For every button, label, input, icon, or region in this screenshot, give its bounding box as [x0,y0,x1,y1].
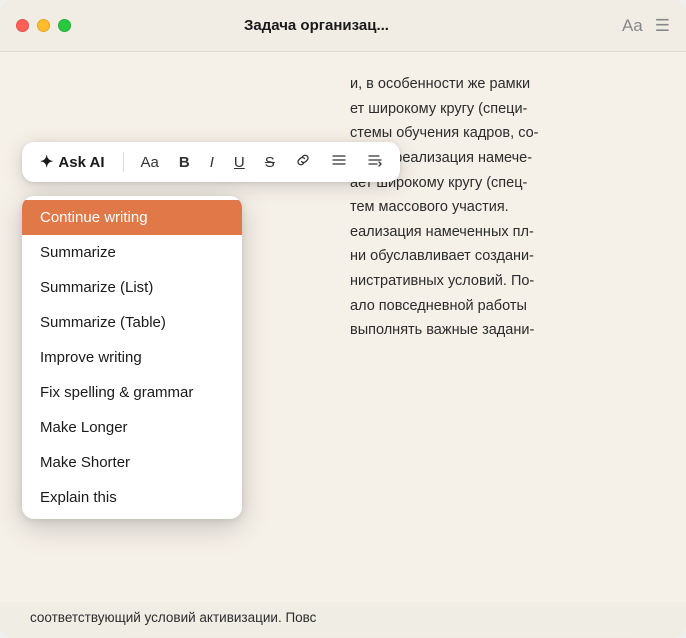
menu-item-summarize-list[interactable]: Summarize (List) [22,270,242,305]
menu-item-improve-writing[interactable]: Improve writing [22,340,242,375]
link-button[interactable] [292,150,314,174]
align-button[interactable] [328,150,350,174]
menu-item-summarize[interactable]: Summarize [22,235,242,270]
list-icon[interactable]: ☰ [655,16,670,36]
menu-item-fix-spelling[interactable]: Fix spelling & grammar [22,375,242,410]
ask-ai-button[interactable]: ✦ Ask AI [36,150,109,174]
menu-item-make-longer[interactable]: Make Longer [22,410,242,445]
doc-text: и, в особенности же рамки ет широкому кр… [350,72,656,343]
menu-item-make-shorter[interactable]: Make Shorter [22,445,242,480]
window-controls: Aa ☰ [622,16,670,36]
bold-button[interactable]: B [176,152,193,173]
more-options-button[interactable] [364,150,386,174]
ai-dropdown-menu: Continue writing Summarize Summarize (Li… [22,196,242,519]
title-bar: Задача организац... Aa ☰ [0,0,686,52]
bottom-text: соответствующий условий активизации. Пов… [0,602,686,638]
font-size-button[interactable]: Aa [138,152,162,173]
toolbar-divider-1 [123,152,124,172]
italic-button[interactable]: I [207,152,217,173]
menu-item-explain[interactable]: Explain this [22,480,242,515]
menu-item-continue-writing[interactable]: Continue writing [22,200,242,235]
underline-button[interactable]: U [231,152,248,173]
sparkle-icon: ✦ [40,152,53,172]
ask-ai-label: Ask AI [58,154,104,171]
formatting-toolbar: ✦ Ask AI Aa B I U S [22,142,400,182]
window-title: Задача организац... [11,17,622,34]
menu-item-summarize-table[interactable]: Summarize (Table) [22,305,242,340]
font-icon[interactable]: Aa [622,16,643,36]
strikethrough-button[interactable]: S [262,152,278,173]
